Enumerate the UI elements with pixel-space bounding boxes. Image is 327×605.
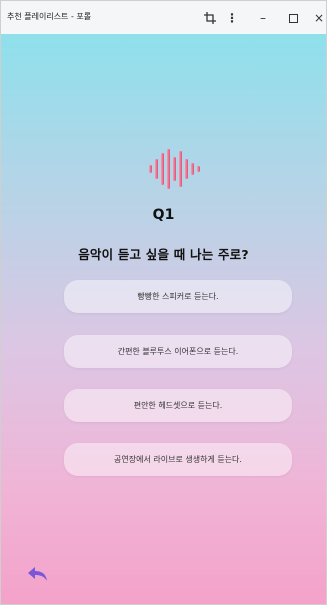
undo-arrow-icon[interactable] — [27, 564, 49, 584]
window-title: 추천 플레이리스트 - 포롤 — [7, 12, 92, 21]
app-window: 추천 플레이리스트 - 포롤 ⋮ – × Q1 음악이 듣고 싶을 때 나는 주… — [0, 0, 327, 605]
sound-wave-icon — [149, 149, 200, 189]
quiz-screen: Q1 음악이 듣고 싶을 때 나는 주로? 빵빵한 스피커로 듣는다. 간편한 … — [1, 34, 326, 604]
answer-option-4[interactable]: 공연장에서 라이브로 생생하게 듣는다. — [64, 443, 292, 476]
screenshot-icon[interactable] — [201, 9, 219, 27]
maximize-icon[interactable] — [286, 9, 300, 27]
minimize-icon[interactable]: – — [256, 9, 270, 27]
answer-option-3[interactable]: 편안한 헤드셋으로 듣는다. — [64, 389, 292, 422]
question-number: Q1 — [152, 207, 175, 223]
close-icon[interactable]: × — [313, 9, 325, 27]
question-text: 음악이 듣고 싶을 때 나는 주로? — [78, 247, 249, 262]
answer-option-1[interactable]: 빵빵한 스피커로 듣는다. — [64, 280, 292, 313]
title-bar: 추천 플레이리스트 - 포롤 ⋮ – × — [1, 1, 326, 34]
more-vertical-icon[interactable]: ⋮ — [226, 9, 238, 27]
answer-option-2[interactable]: 간편한 블루투스 이어폰으로 듣는다. — [64, 335, 292, 368]
